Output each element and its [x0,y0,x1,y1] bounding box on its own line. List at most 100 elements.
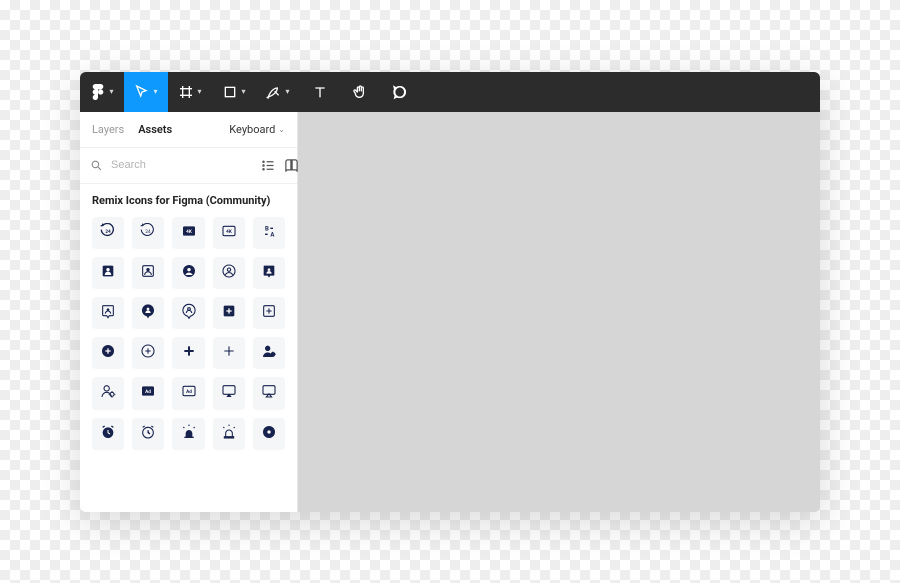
assets-search-input[interactable] [111,159,253,171]
assets-search-row [80,148,297,184]
asset-advertisement-line[interactable]: Ad [172,377,204,409]
add-box-line-icon [261,303,277,323]
svg-text:A: A [270,231,275,238]
24-hours-fill-icon: 24 [100,223,116,243]
move-tool-button[interactable]: ▾ [124,72,168,112]
account-circle-line-icon [221,263,237,283]
airplay-fill-icon [221,383,237,403]
asset-add-circle-fill[interactable] [92,337,124,369]
asset-album-fill[interactable] [253,418,285,450]
asset-airplay-line[interactable] [253,377,285,409]
asset-alarm-warning-line[interactable] [213,418,245,450]
advertisement-line-icon: Ad [181,383,197,403]
comment-icon [392,84,408,100]
library-title: Remix Icons for Figma (Community) [80,184,297,213]
text-tool-button[interactable] [300,72,340,112]
alarm-warning-fill-icon [181,424,197,444]
asset-alarm-line[interactable] [132,418,164,450]
list-view-button[interactable] [261,158,276,173]
account-pin-box-line-icon [100,303,116,323]
alarm-warning-line-icon [221,424,237,444]
account-box-fill-icon [100,263,116,283]
add-circle-line-icon [140,343,156,363]
svg-text:24: 24 [146,229,152,235]
asset-add-line[interactable] [213,337,245,369]
pen-tool-button[interactable]: ▾ [256,72,300,112]
add-circle-fill-icon [100,343,116,363]
admin-line-icon [100,383,116,403]
asset-4k-line[interactable]: 4K [213,217,245,249]
account-circle-fill-icon [181,263,197,283]
asset-alarm-fill[interactable] [92,418,124,450]
asset-account-circle-line[interactable] [213,257,245,289]
4k-line-icon: 4K [221,223,237,243]
alarm-fill-icon [100,424,116,444]
text-icon [312,84,328,100]
asset-a-b[interactable]: BA [253,217,285,249]
asset-account-pin-box-fill[interactable] [253,257,285,289]
account-pin-box-fill-icon [261,263,277,283]
chevron-down-icon: ▾ [285,87,289,96]
assets-grid: 24 24 4K 4K BA Ad Ad [80,213,297,462]
list-icon [261,158,276,173]
account-pin-circle-line-icon [181,303,197,323]
asset-admin-fill[interactable] [253,337,285,369]
canvas-area[interactable] [298,112,820,512]
add-fill-icon [181,343,197,363]
asset-account-pin-circle-fill[interactable] [132,297,164,329]
24-hours-line-icon: 24 [140,223,156,243]
asset-add-box-line[interactable] [253,297,285,329]
asset-add-circle-line[interactable] [132,337,164,369]
asset-account-circle-fill[interactable] [172,257,204,289]
admin-fill-icon [261,343,277,363]
svg-text:Ad: Ad [186,389,192,395]
asset-add-box-fill[interactable] [213,297,245,329]
asset-alarm-warning-fill[interactable] [172,418,204,450]
advertisement-fill-icon: Ad [140,383,156,403]
svg-text:B: B [265,225,269,232]
asset-account-box-line[interactable] [132,257,164,289]
asset-airplay-fill[interactable] [213,377,245,409]
svg-text:4K: 4K [186,229,192,235]
asset-admin-line[interactable] [92,377,124,409]
alarm-line-icon [140,424,156,444]
left-sidebar: Layers Assets Keyboard ⌄ [80,112,298,512]
add-box-fill-icon [221,303,237,323]
asset-account-box-fill[interactable] [92,257,124,289]
hand-tool-button[interactable] [340,72,380,112]
library-button[interactable] [284,158,299,173]
book-icon [284,158,299,173]
cursor-icon [134,84,150,100]
tab-assets[interactable]: Assets [138,123,172,136]
asset-account-pin-circle-line[interactable] [172,297,204,329]
tab-layers[interactable]: Layers [92,123,124,136]
app-window: ▾ ▾ ▾ ▾ ▾ Layers [80,72,820,512]
account-pin-circle-fill-icon [140,303,156,323]
sidebar-tabs: Layers Assets Keyboard ⌄ [80,112,297,148]
account-box-line-icon [140,263,156,283]
asset-account-pin-box-line[interactable] [92,297,124,329]
main-toolbar: ▾ ▾ ▾ ▾ ▾ [80,72,820,112]
airplay-line-icon [261,383,277,403]
pen-icon [266,84,282,100]
figma-menu-button[interactable]: ▾ [80,72,124,112]
shape-tool-button[interactable]: ▾ [212,72,256,112]
rectangle-icon [222,84,238,100]
svg-text:4K: 4K [226,229,232,235]
svg-text:24: 24 [105,229,111,235]
figma-icon [90,84,106,100]
album-fill-icon [261,424,277,444]
page-selector[interactable]: Keyboard ⌄ [229,123,285,136]
page-label: Keyboard [229,123,275,136]
chevron-down-icon: ▾ [153,87,157,96]
asset-24-hours-line[interactable]: 24 [132,217,164,249]
search-icon [90,159,103,172]
asset-4k-fill[interactable]: 4K [172,217,204,249]
comment-tool-button[interactable] [380,72,420,112]
asset-24-hours-fill[interactable]: 24 [92,217,124,249]
asset-advertisement-fill[interactable]: Ad [132,377,164,409]
frame-tool-button[interactable]: ▾ [168,72,212,112]
svg-text:Ad: Ad [145,389,151,395]
asset-add-fill[interactable] [172,337,204,369]
hand-icon [352,84,368,100]
